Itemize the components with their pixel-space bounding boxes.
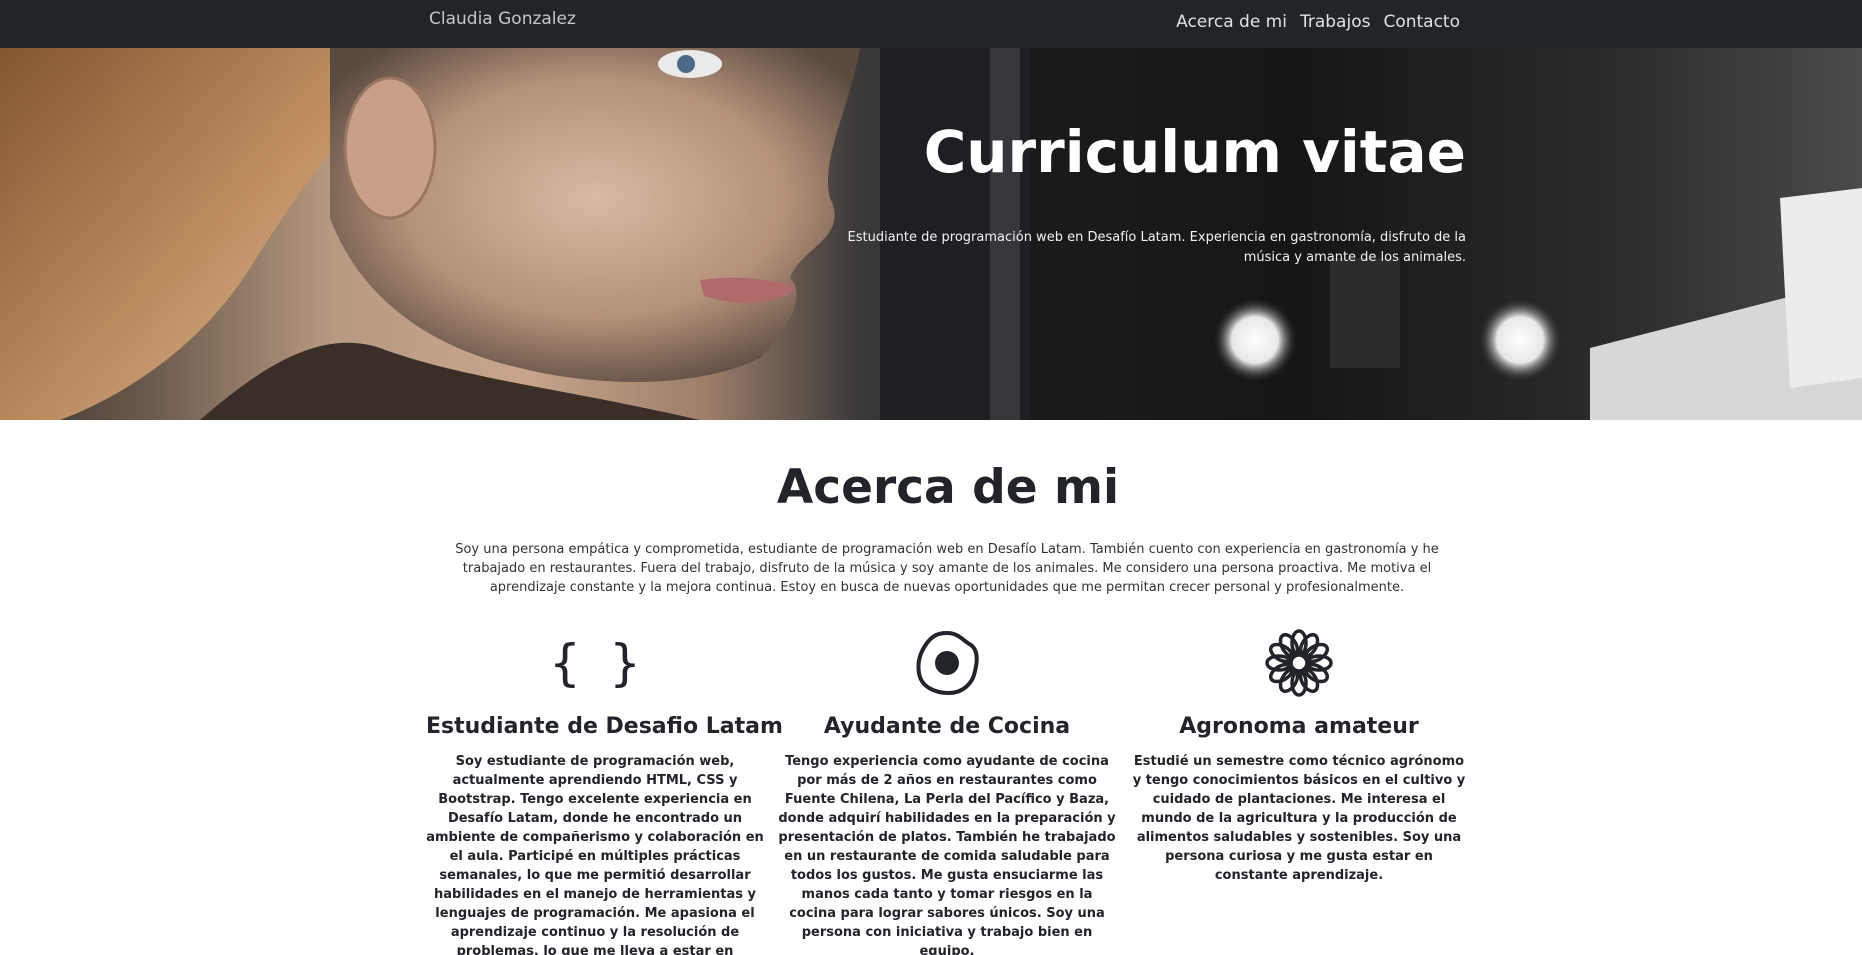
nav-links: Acerca de mi Trabajos Contacto bbox=[1176, 12, 1460, 32]
nav-link-trabajos[interactable]: Trabajos bbox=[1300, 12, 1370, 32]
feature-cocina: Ayudante de Cocina Tengo experiencia com… bbox=[778, 628, 1116, 955]
nav-link-acerca[interactable]: Acerca de mi bbox=[1176, 12, 1287, 32]
code-braces-icon: { } bbox=[426, 628, 764, 698]
fried-egg-icon bbox=[778, 628, 1116, 698]
feature-estudiante: { } Estudiante de Desafio Latam Soy estu… bbox=[426, 628, 783, 955]
flower-svg bbox=[1265, 629, 1333, 697]
hero-banner: Curriculum vitae Estudiante de programac… bbox=[0, 48, 1862, 420]
code-braces-glyph: { } bbox=[549, 634, 641, 692]
fried-egg-svg bbox=[916, 630, 979, 696]
feature-text: Tengo experiencia como ayudante de cocin… bbox=[778, 754, 1116, 955]
feature-title: Estudiante de Desafio Latam bbox=[426, 714, 783, 739]
brand-link[interactable]: Claudia Gonzalez bbox=[429, 9, 576, 29]
nav-link-contacto[interactable]: Contacto bbox=[1383, 12, 1460, 32]
feature-title: Ayudante de Cocina bbox=[823, 714, 1071, 739]
hero-subtitle: Estudiante de programación web en Desafí… bbox=[847, 230, 1466, 265]
feature-title: Agronoma amateur bbox=[1179, 714, 1419, 739]
about-title: Acerca de mi bbox=[776, 460, 1120, 515]
feature-agronoma: Agronoma amateur Estudié un semestre com… bbox=[1130, 628, 1468, 885]
about-text: Soy una persona empática y comprometida,… bbox=[455, 542, 1439, 595]
navbar: Claudia Gonzalez Acerca de mi Trabajos C… bbox=[0, 0, 1862, 48]
flower-icon bbox=[1130, 628, 1468, 698]
feature-text: Estudié un semestre como técnico agrónom… bbox=[1132, 754, 1466, 883]
feature-text: Soy estudiante de programación web, actu… bbox=[426, 754, 764, 955]
hero-title: Curriculum vitae bbox=[923, 118, 1466, 186]
